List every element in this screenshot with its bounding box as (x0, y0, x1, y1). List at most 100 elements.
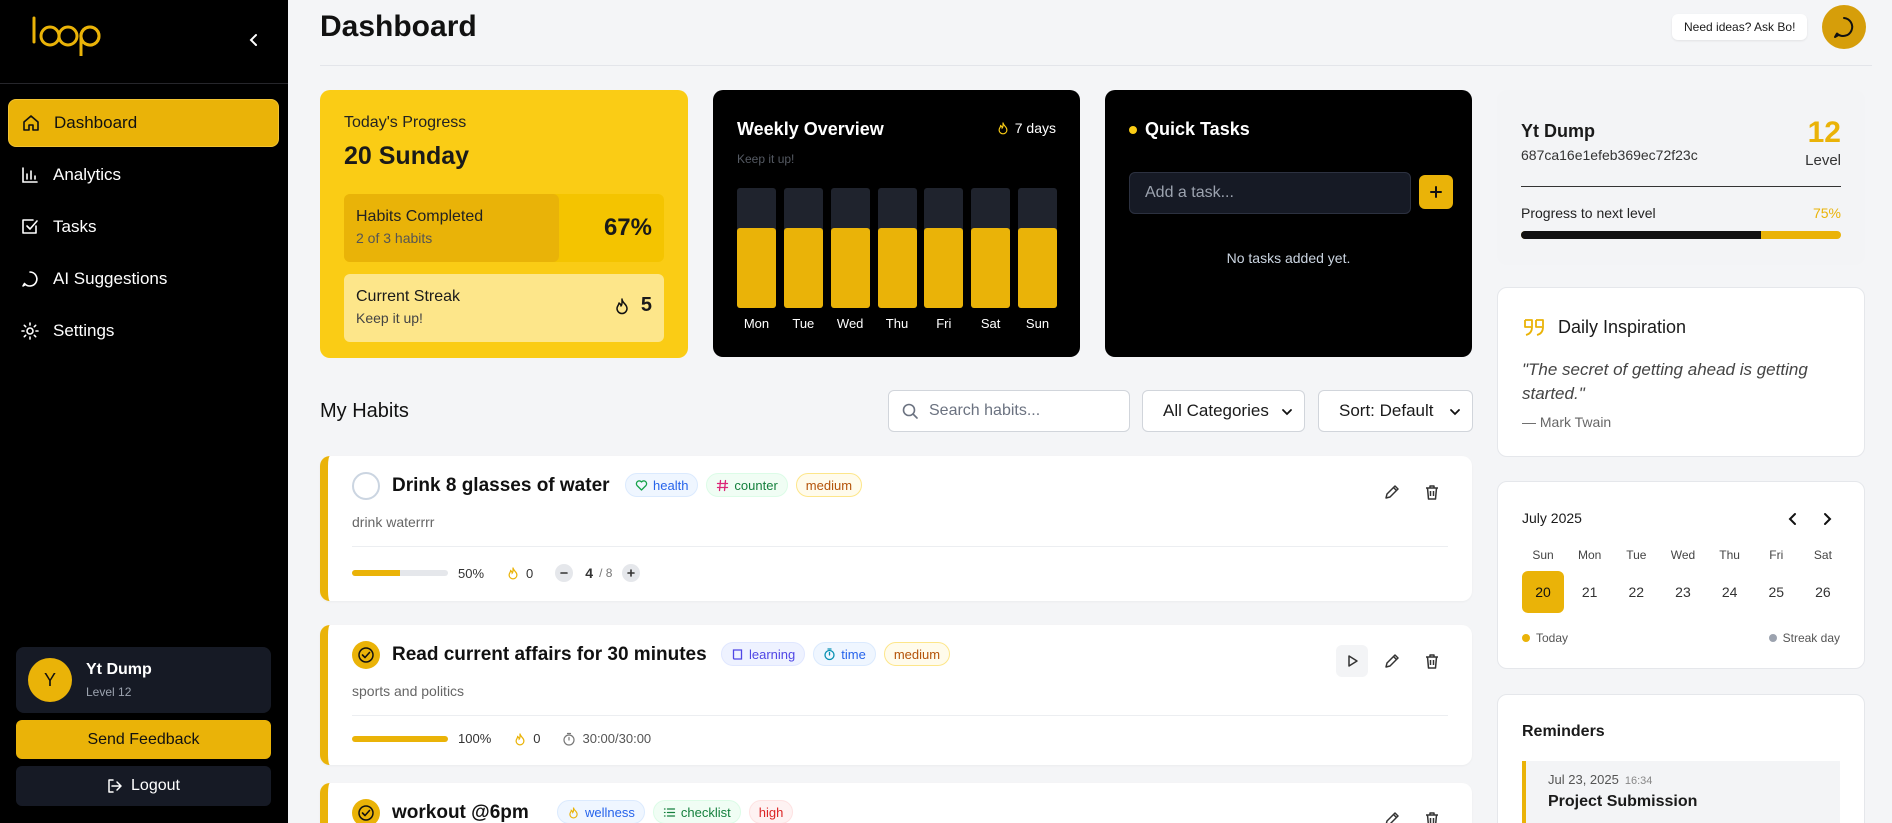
habit-divider (352, 546, 1448, 547)
habit-tag: learning (721, 642, 806, 666)
delete-habit-button[interactable] (1416, 476, 1448, 508)
weekday-label: Mon (1577, 548, 1602, 562)
streak-value: 5 (613, 294, 652, 317)
sort-select[interactable]: Sort: Default (1318, 390, 1473, 432)
delete-habit-button[interactable] (1416, 803, 1448, 823)
progress-date: 20 Sunday (344, 142, 470, 170)
habit-tag-label: health (653, 477, 689, 493)
bar-tick-label: Thu (885, 316, 909, 331)
home-icon (23, 115, 39, 131)
streak-title: Current Streak (356, 288, 461, 305)
sidebar-item-label: Dashboard (54, 113, 138, 132)
weekday-label: Sat (1813, 548, 1832, 562)
sidebar-item-label: Analytics (53, 165, 122, 184)
trash-icon (1426, 812, 1438, 823)
habit-description: drink waterrrr (352, 514, 435, 530)
flame-icon (998, 122, 1008, 135)
logo-mark (32, 16, 101, 56)
bar-tue: Tue (783, 188, 823, 331)
search-habits-input[interactable] (929, 402, 1119, 420)
edit-habit-button[interactable] (1376, 803, 1408, 823)
level-card: Yt Dump 687ca16e1efeb369ec72f23c 12 Leve… (1497, 90, 1865, 265)
bar-value (783, 227, 823, 308)
calendar-day[interactable]: 25 (1755, 571, 1797, 613)
calendar-next-button[interactable] (1818, 510, 1836, 528)
calendar-day[interactable]: 23 (1662, 571, 1704, 613)
habits-completed-fill: Habits Completed 2 of 3 habits (344, 194, 559, 262)
habit-complete-checkbox[interactable] (352, 472, 380, 500)
sidebar-nav: Dashboard Analytics Tasks AI Suggestions… (8, 99, 279, 359)
checkbox-icon (22, 219, 38, 234)
habit-tag-label: checklist (680, 804, 731, 820)
sidebar-item-ai-suggestions[interactable]: AI Suggestions (8, 255, 279, 303)
habit-tag: medium (883, 642, 951, 666)
legend-streak-label: Streak day (1782, 631, 1840, 645)
habit-streak: 0 (526, 565, 534, 581)
check-circle-icon (358, 647, 374, 663)
bar-track (1018, 188, 1057, 308)
habits-completed-sub: 2 of 3 habits (356, 230, 433, 246)
weekly-subtitle: Keep it up! (737, 152, 795, 166)
start-timer-button[interactable] (1336, 645, 1368, 677)
logout-button[interactable]: Logout (16, 766, 271, 806)
loop-logo[interactable] (30, 14, 116, 63)
calendar-prev-button[interactable] (1784, 510, 1802, 528)
habit-count-max: / 8 (599, 566, 613, 580)
bar-mon: Mon (737, 188, 776, 331)
edit-habit-button[interactable] (1376, 645, 1408, 677)
habit-count: 4 (585, 565, 594, 581)
bar-track (971, 188, 1011, 308)
habit-progress-pct: 100% (458, 731, 492, 746)
level-divider (1521, 186, 1841, 187)
level-progress-pct: 75% (1812, 205, 1841, 221)
habit-complete-checkbox[interactable] (352, 641, 380, 669)
calendar-day[interactable]: 26 (1802, 571, 1844, 613)
sidebar-item-analytics[interactable]: Analytics (8, 151, 279, 199)
sidebar-item-tasks[interactable]: Tasks (8, 203, 279, 251)
decrement-button[interactable] (555, 564, 574, 582)
current-streak-box: Current Streak Keep it up! 5 (344, 274, 664, 342)
sidebar-item-settings[interactable]: Settings (8, 307, 279, 355)
user-card[interactable]: Y Yt Dump Level 12 (16, 647, 271, 713)
message-icon (22, 271, 38, 287)
streak-sub: Keep it up! (356, 310, 423, 326)
increment-button[interactable] (622, 564, 641, 582)
add-task-button[interactable] (1419, 175, 1453, 209)
logout-icon (108, 779, 122, 793)
ask-bo-chat-button[interactable] (1822, 5, 1866, 49)
bar-value (924, 227, 964, 308)
habit-card: Read current affairs for 30 minutes lear… (320, 625, 1472, 765)
reminder-item[interactable]: Jul 23, 2025 16:34 Project Submission (1522, 761, 1840, 823)
send-feedback-button[interactable]: Send Feedback (16, 720, 271, 759)
bar-thu: Thu (877, 188, 917, 331)
habit-tag: medium (795, 473, 863, 497)
ask-bo-tooltip[interactable]: Need ideas? Ask Bo! (1672, 14, 1808, 40)
bar-wed: Wed (830, 188, 870, 331)
habits-completed-box: Habits Completed 2 of 3 habits 67% (344, 194, 664, 262)
delete-habit-button[interactable] (1416, 645, 1448, 677)
calendar-grid: Sun Mon Tue Wed Thu Fri Sat 20 21 22 23 … (1522, 548, 1844, 613)
weekday-label: Fri (1769, 548, 1784, 562)
sidebar-item-dashboard[interactable]: Dashboard (8, 99, 279, 147)
bar-sat: Sat (971, 188, 1011, 331)
plus-icon (627, 569, 636, 577)
habit-streak: 0 (533, 731, 541, 746)
calendar-day-today[interactable]: 20 (1522, 571, 1564, 613)
habit-name: workout @6pm (392, 802, 529, 823)
calendar-day[interactable]: 21 (1569, 571, 1611, 613)
category-select[interactable]: All Categories (1142, 390, 1305, 432)
habit-tag: checklist (652, 800, 741, 823)
search-habits-field[interactable] (888, 390, 1130, 432)
collapse-sidebar-button[interactable] (244, 30, 264, 50)
bar-tick-label: Wed (836, 316, 864, 331)
habit-footer: 50% 0 4 / 8 (352, 564, 641, 582)
habit-complete-checkbox[interactable] (352, 799, 380, 823)
calendar-day[interactable]: 24 (1709, 571, 1751, 613)
add-task-input[interactable] (1129, 172, 1411, 214)
habit-tag-label: wellness (585, 804, 635, 820)
calendar-day[interactable]: 22 (1615, 571, 1657, 613)
level-user-name: Yt Dump (1521, 121, 1595, 141)
edit-habit-button[interactable] (1376, 476, 1408, 508)
calendar-week-row: 20 21 22 23 24 25 26 (1522, 562, 1844, 613)
bar-tick-label: Mon (743, 316, 770, 331)
